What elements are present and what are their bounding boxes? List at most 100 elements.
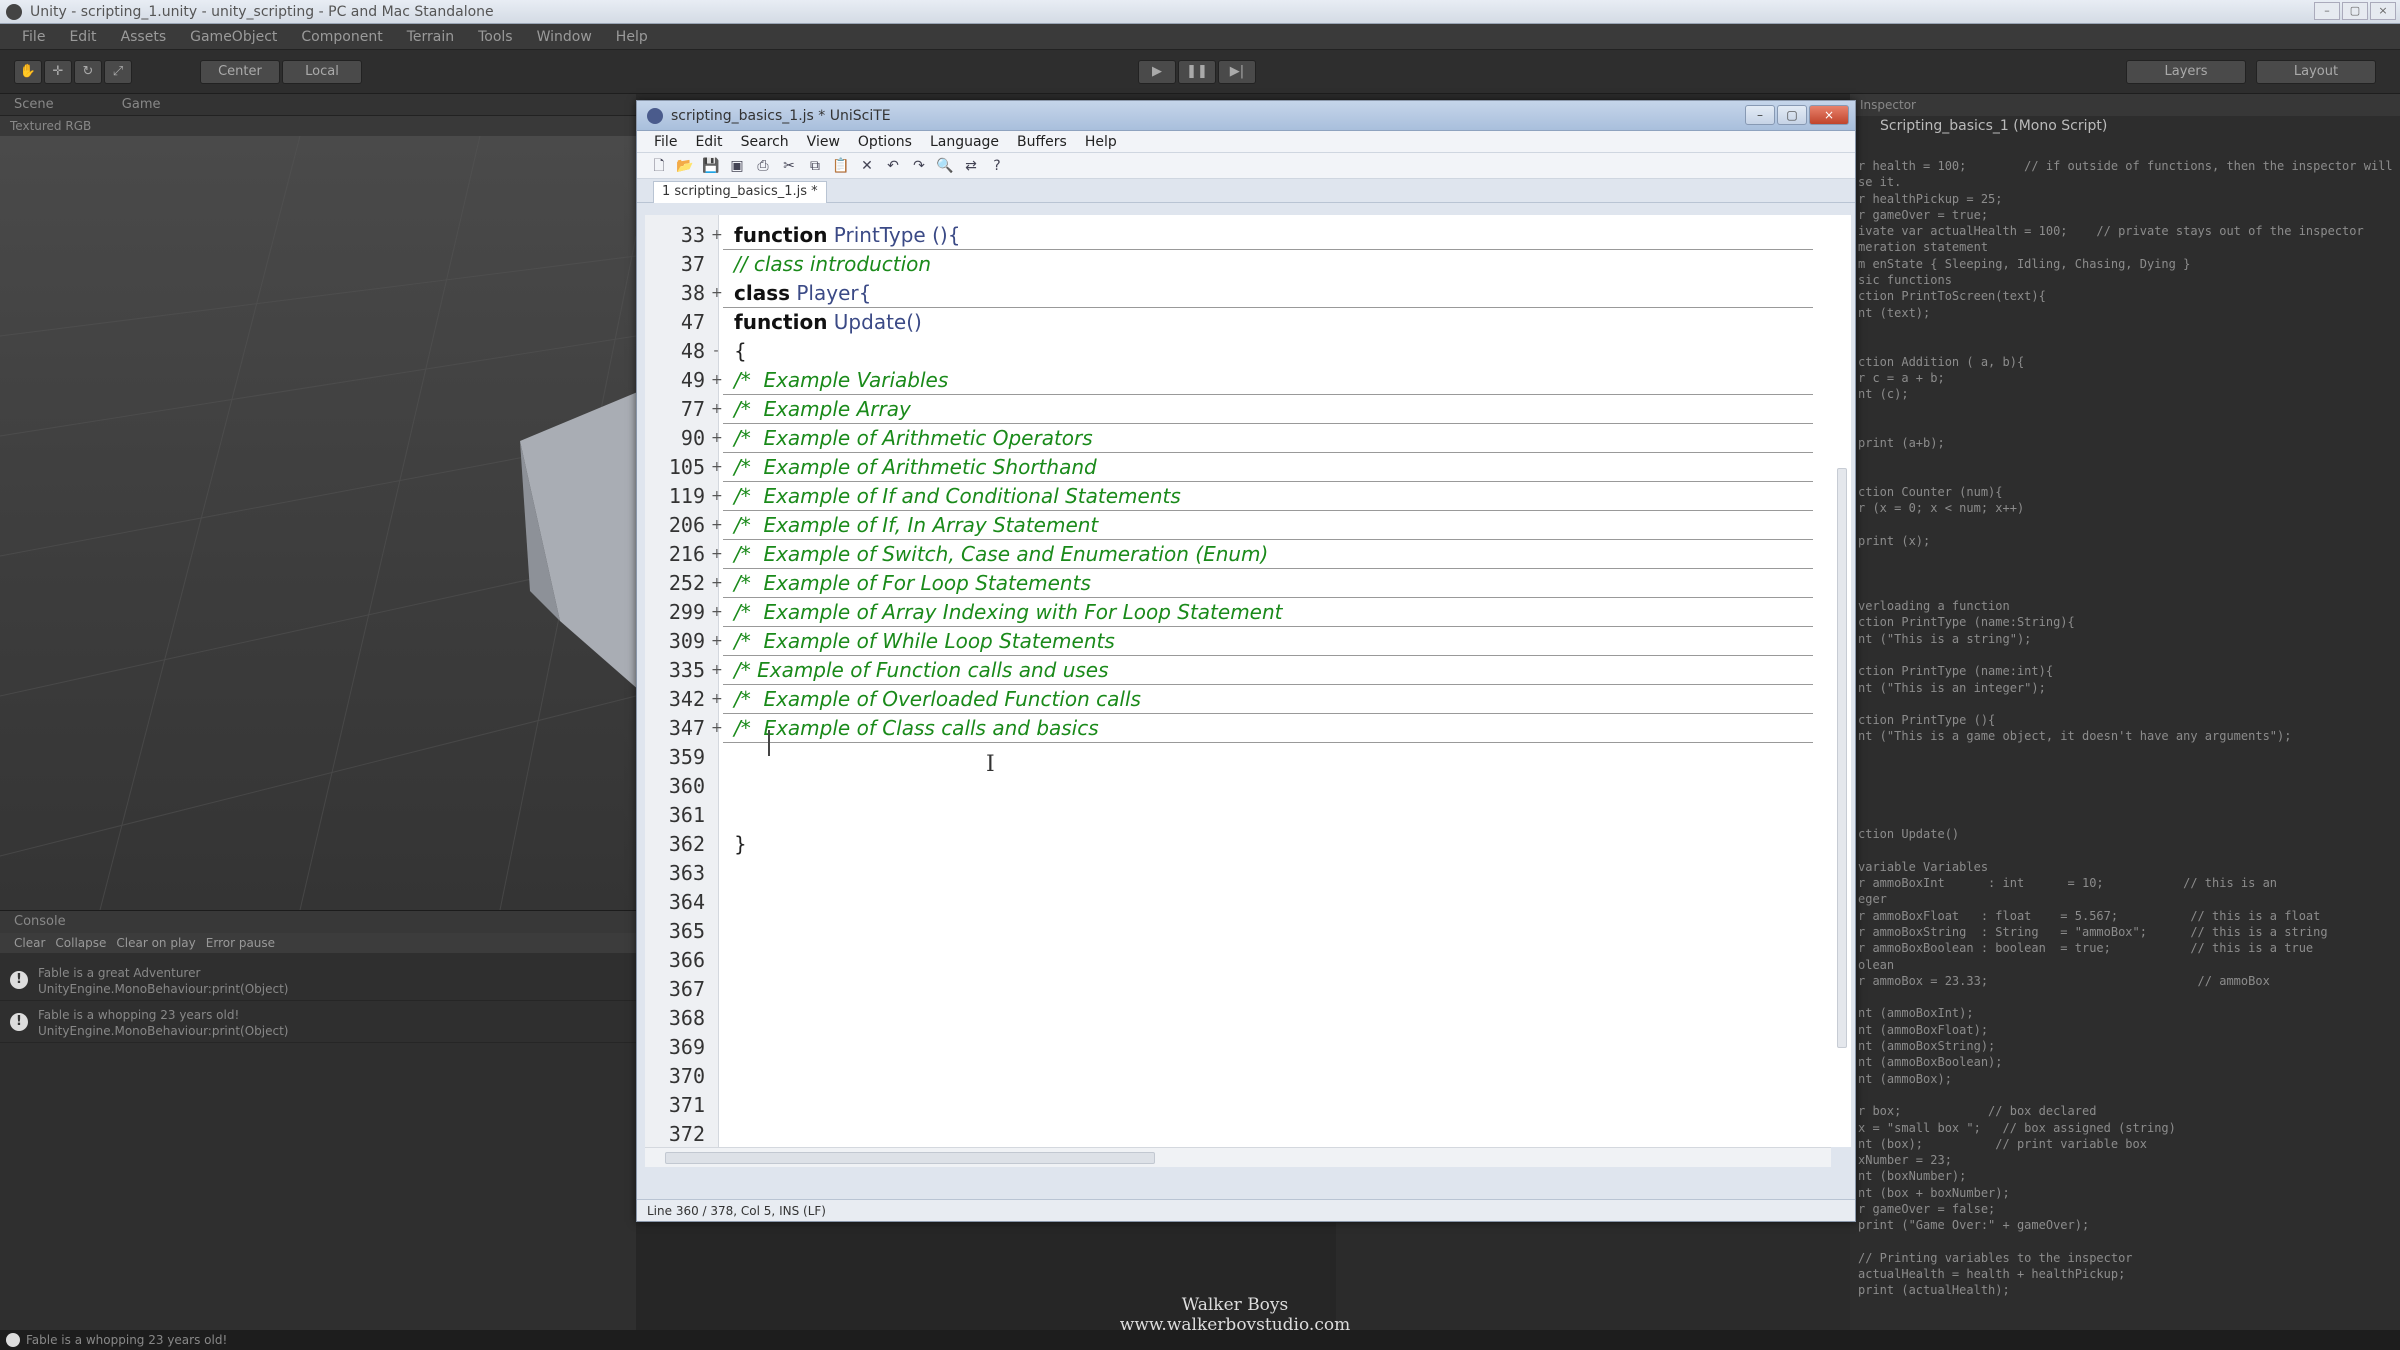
- code-line: /* Example of Array Indexing with For Lo…: [734, 600, 1283, 624]
- fold-marker-icon[interactable]: +: [711, 424, 723, 453]
- line-number: 359: [668, 745, 705, 769]
- play-button[interactable]: ▶: [1138, 60, 1176, 84]
- tab-console[interactable]: Console: [0, 911, 636, 933]
- menu-gameobject[interactable]: GameObject: [178, 24, 289, 49]
- fold-marker-icon[interactable]: +: [711, 627, 723, 656]
- rotate-tool-icon[interactable]: ↻: [74, 60, 102, 84]
- menu-window[interactable]: Window: [525, 24, 604, 49]
- vertical-scrollbar[interactable]: [1835, 223, 1849, 1123]
- code-area[interactable]: 33 37 38 47 48 49 77 90 105 119 206 216 252 299 309 335…: [645, 215, 1851, 1147]
- copy-icon[interactable]: ⧉: [805, 157, 825, 175]
- space-toggle[interactable]: Local: [282, 60, 362, 84]
- pause-button[interactable]: ❚❚: [1178, 60, 1216, 84]
- fold-marker-icon[interactable]: +: [711, 598, 723, 627]
- scene-control-bar[interactable]: Textured RGB: [0, 116, 636, 136]
- menu-edit[interactable]: Edit: [57, 24, 108, 49]
- editor-menu-help[interactable]: Help: [1076, 131, 1126, 152]
- delete-icon[interactable]: ✕: [857, 157, 877, 175]
- fold-marker-icon[interactable]: +: [711, 279, 723, 308]
- console-message[interactable]: ! Fable is a whopping 23 years old! Unit…: [0, 1003, 636, 1043]
- editor-menu-language[interactable]: Language: [921, 131, 1008, 152]
- horizontal-scroll-thumb[interactable]: [665, 1152, 1155, 1164]
- menu-help[interactable]: Help: [604, 24, 660, 49]
- editor-menu-options[interactable]: Options: [849, 131, 921, 152]
- fold-marker-icon[interactable]: +: [711, 482, 723, 511]
- console-collapse-button[interactable]: Collapse: [55, 933, 106, 953]
- editor-toolbar: 🗋 📂 💾 ▣ ⎙ ✂ ⧉ 📋 ✕ ↶ ↷ 🔍 ⇄ ?: [637, 153, 1855, 179]
- menu-terrain[interactable]: Terrain: [395, 24, 466, 49]
- new-icon[interactable]: 🗋: [649, 157, 669, 175]
- undo-icon[interactable]: ↶: [883, 157, 903, 175]
- minimize-button[interactable]: –: [2314, 2, 2340, 20]
- editor-menu-edit[interactable]: Edit: [686, 131, 731, 152]
- console-error-pause-button[interactable]: Error pause: [206, 933, 275, 953]
- editor-window-title: scripting_basics_1.js * UniSciTE: [671, 108, 891, 124]
- menu-tools[interactable]: Tools: [466, 24, 525, 49]
- editor-title-bar[interactable]: scripting_basics_1.js * UniSciTE – ▢ ×: [637, 101, 1855, 131]
- move-tool-icon[interactable]: ✛: [44, 60, 72, 84]
- fold-marker-icon[interactable]: +: [711, 656, 723, 685]
- editor-menu-file[interactable]: File: [645, 131, 686, 152]
- print-icon[interactable]: ⎙: [753, 157, 773, 175]
- fold-marker-icon[interactable]: +: [711, 714, 723, 743]
- help-icon[interactable]: ?: [987, 157, 1007, 175]
- scale-tool-icon[interactable]: ⤢: [104, 60, 132, 84]
- editor-menu-search[interactable]: Search: [732, 131, 798, 152]
- redo-icon[interactable]: ↷: [909, 157, 929, 175]
- pivot-toggle[interactable]: Center: [200, 60, 280, 84]
- tab-scene[interactable]: Scene: [0, 97, 68, 112]
- fold-marker-icon[interactable]: +: [711, 685, 723, 714]
- ibeam-cursor-icon: I: [986, 752, 995, 777]
- layers-dropdown[interactable]: Layers: [2126, 60, 2246, 84]
- fold-marker-icon[interactable]: -: [711, 337, 721, 366]
- vertical-scroll-thumb[interactable]: [1837, 468, 1847, 1048]
- fold-marker-icon[interactable]: +: [711, 540, 723, 569]
- unity-app-icon: [6, 4, 22, 20]
- line-number: 368: [668, 1006, 705, 1030]
- inspector-title: Scripting_basics_1 (Mono Script): [1880, 118, 2108, 134]
- fold-marker-icon[interactable]: +: [711, 511, 723, 540]
- menu-component[interactable]: Component: [289, 24, 394, 49]
- fold-marker-icon[interactable]: +: [711, 569, 723, 598]
- horizontal-scrollbar[interactable]: [645, 1147, 1831, 1167]
- console-clear-button[interactable]: Clear: [14, 933, 45, 953]
- line-number: 372: [668, 1122, 705, 1146]
- paste-icon[interactable]: 📋: [831, 157, 851, 175]
- save-icon[interactable]: 💾: [701, 157, 721, 175]
- replace-icon[interactable]: ⇄: [961, 157, 981, 175]
- hand-tool-icon[interactable]: ✋: [14, 60, 42, 84]
- fold-marker-icon[interactable]: +: [711, 453, 723, 482]
- fold-marker-icon[interactable]: +: [711, 395, 723, 424]
- cut-icon[interactable]: ✂: [779, 157, 799, 175]
- editor-minimize-button[interactable]: –: [1745, 105, 1775, 125]
- editor-menu-view[interactable]: View: [798, 131, 849, 152]
- line-number: 369: [668, 1035, 705, 1059]
- editor-menu-buffers[interactable]: Buffers: [1008, 131, 1076, 152]
- code-line: /* Example of Function calls and uses: [734, 658, 1109, 682]
- editor-tab-strip: 1 scripting_basics_1.js *: [637, 179, 1855, 203]
- editor-close-button[interactable]: ×: [1809, 105, 1849, 125]
- cube-object[interactable]: [520, 391, 636, 721]
- line-number: 38: [680, 281, 705, 305]
- fold-marker-icon[interactable]: +: [711, 221, 723, 250]
- maximize-button[interactable]: ▢: [2342, 2, 2368, 20]
- find-icon[interactable]: 🔍: [935, 157, 955, 175]
- scene-viewport[interactable]: [0, 136, 636, 910]
- editor-maximize-button[interactable]: ▢: [1777, 105, 1807, 125]
- line-number: 37: [680, 252, 705, 276]
- close-button[interactable]: ×: [2370, 2, 2396, 20]
- close-file-icon[interactable]: ▣: [727, 157, 747, 175]
- layout-dropdown[interactable]: Layout: [2256, 60, 2376, 84]
- fold-marker-icon[interactable]: +: [711, 366, 723, 395]
- editor-file-tab[interactable]: 1 scripting_basics_1.js *: [653, 181, 827, 203]
- tab-inspector[interactable]: Inspector: [1850, 94, 2400, 116]
- tab-game[interactable]: Game: [72, 97, 241, 112]
- menu-file[interactable]: File: [10, 24, 57, 49]
- menu-assets[interactable]: Assets: [109, 24, 179, 49]
- console-message[interactable]: ! Fable is a great Adventurer UnityEngin…: [0, 961, 636, 1001]
- console-clear-on-play-button[interactable]: Clear on play: [116, 933, 195, 953]
- keyword: function: [734, 310, 828, 334]
- open-icon[interactable]: 📂: [675, 157, 695, 175]
- step-button[interactable]: ▶|: [1218, 60, 1256, 84]
- code-line: }: [734, 832, 747, 856]
